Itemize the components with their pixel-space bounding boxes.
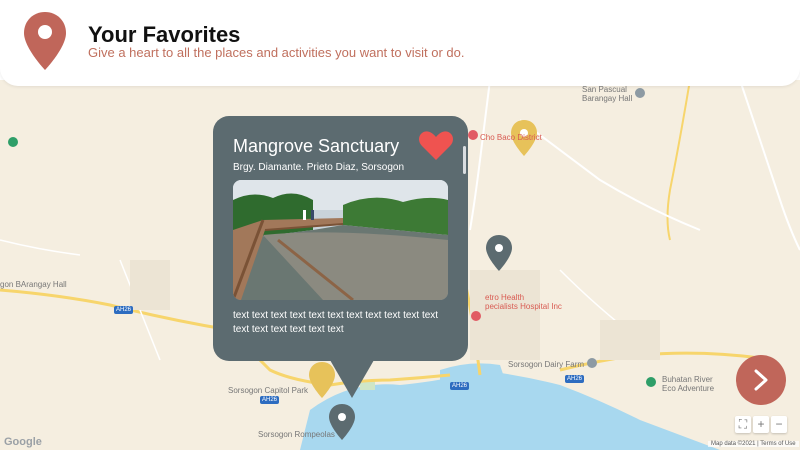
chevron-right-icon xyxy=(754,369,768,391)
map-marker-gray[interactable] xyxy=(486,235,512,271)
map-attribution[interactable]: Map data ©2021 | Terms of Use xyxy=(708,441,799,447)
heart-icon[interactable] xyxy=(418,131,454,161)
fullscreen-button[interactable]: ⛶ xyxy=(735,416,751,433)
map-label-barangay-hall: gon BArangay Hall xyxy=(0,280,67,289)
map-label-capitol-park: Sorsogon Capitol Park xyxy=(228,386,309,395)
place-photo xyxy=(233,180,448,300)
landmark-poi-icon[interactable] xyxy=(635,88,645,98)
landmark-poi-icon[interactable] xyxy=(587,358,597,368)
zoom-in-button[interactable]: + xyxy=(753,416,769,433)
zoom-out-button[interactable]: − xyxy=(771,416,787,433)
road-badge: AH26 xyxy=(260,396,280,404)
place-address: Brgy. Diamante. Prieto Diaz, Sorsogon xyxy=(233,162,405,173)
restaurant-poi-icon[interactable] xyxy=(468,130,478,140)
place-info-popup: Mangrove Sanctuary Brgy. Diamante. Priet… xyxy=(213,116,468,361)
park-poi-icon[interactable] xyxy=(646,377,656,387)
map-label-dairy-farm: Sorsogon Dairy Farm xyxy=(508,360,585,369)
map-label-metro-health: etro Health pecialists Hospital Inc xyxy=(485,293,562,311)
favorites-header: Your Favorites Give a heart to all the p… xyxy=(0,0,800,86)
google-logo[interactable]: Google xyxy=(4,436,42,448)
road-badge: AH26 xyxy=(114,306,134,314)
next-button[interactable] xyxy=(736,355,786,405)
map-label-rompeolas: Sorsogon Rompeolas xyxy=(258,430,335,439)
hospital-poi-icon[interactable] xyxy=(471,311,481,321)
park-poi-icon[interactable] xyxy=(8,137,18,147)
map-label-buhatan: Buhatan River Eco Adventure xyxy=(662,375,715,393)
page-subtitle: Give a heart to all the places and activ… xyxy=(88,45,465,60)
map-label-san-pascual: San Pascual Barangay Hall xyxy=(582,85,633,103)
road-badge: AH26 xyxy=(565,375,585,383)
map-label-cho-baco: Cho Baco District xyxy=(480,133,542,142)
popup-scrollbar[interactable] xyxy=(463,146,466,174)
location-pin-icon xyxy=(24,12,66,70)
place-title: Mangrove Sanctuary xyxy=(233,136,400,156)
road-badge: AH26 xyxy=(450,382,470,390)
place-description: text text text text text text text text … xyxy=(233,310,439,335)
popup-pointer xyxy=(330,360,374,398)
